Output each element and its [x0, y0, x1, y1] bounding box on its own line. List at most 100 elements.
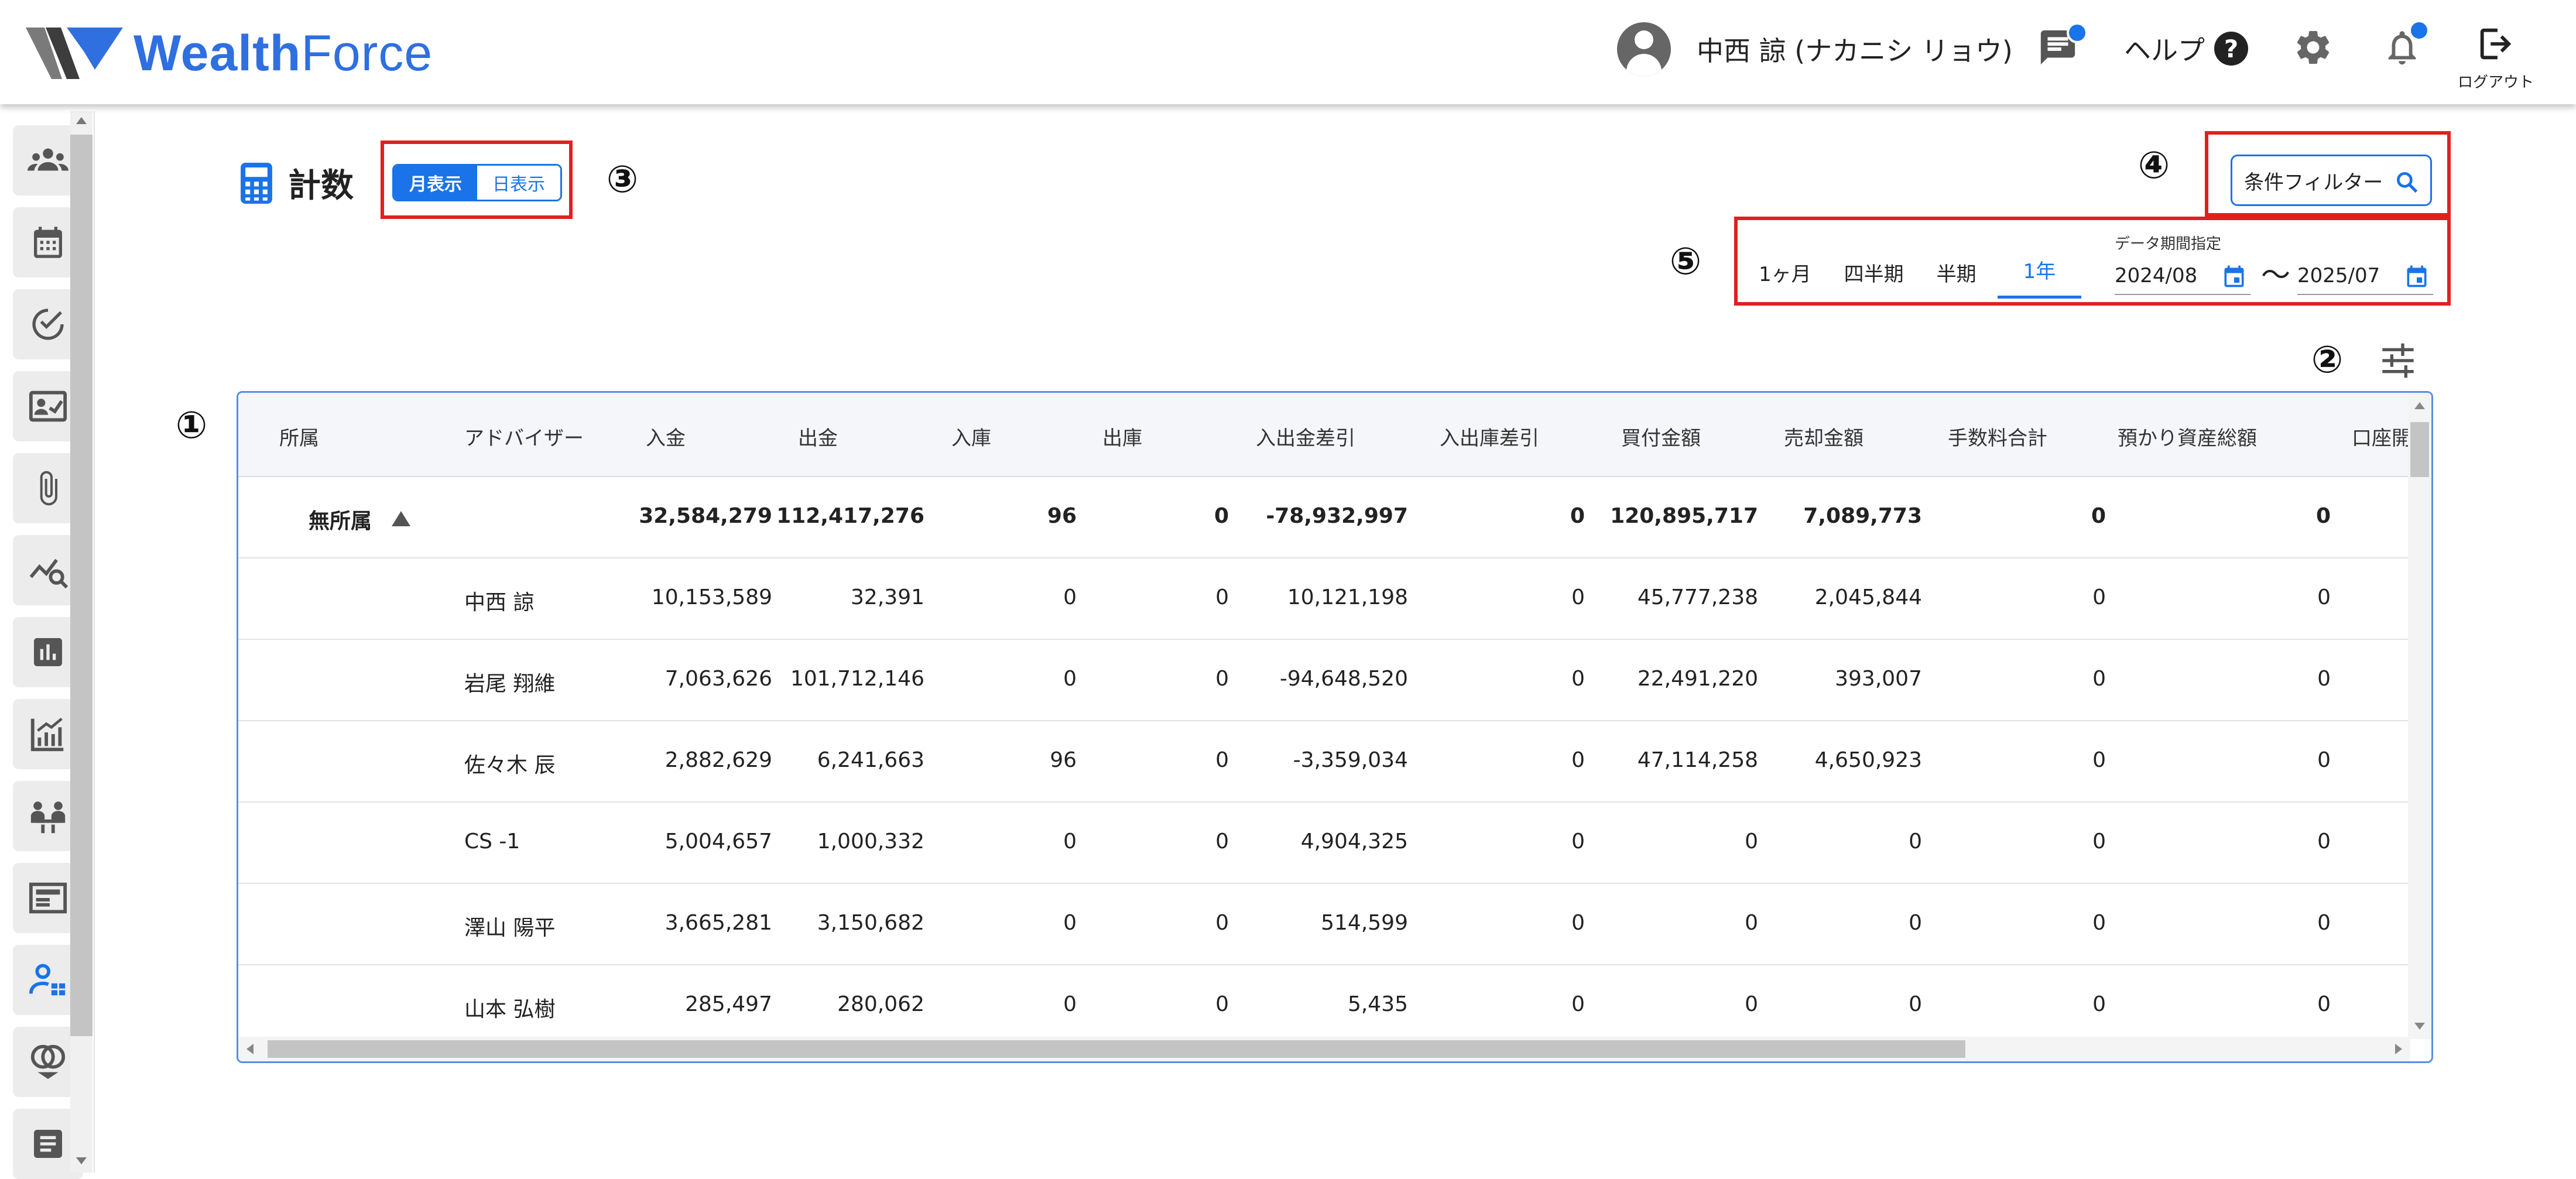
sidebar-scroll-thumb[interactable]: [70, 135, 93, 1036]
view-toggle: 月表示 日表示: [392, 164, 562, 201]
table-cell: 3,665,281: [664, 911, 772, 935]
table-cell: 96: [1050, 748, 1077, 772]
period-tab-half[interactable]: 半期: [1925, 258, 1988, 299]
table-cell: 3,150,682: [817, 911, 924, 935]
column-header[interactable]: 売却金額: [1784, 422, 1864, 451]
column-header[interactable]: 入金: [646, 422, 686, 451]
scroll-left-icon[interactable]: [246, 1044, 254, 1054]
growth-chart-icon: [30, 717, 64, 752]
table-cell: 10,121,198: [1287, 585, 1408, 609]
period-tab-1year[interactable]: 1年: [1997, 255, 2082, 299]
table-row[interactable]: 岩尾 翔維 7,063,626 101,712,146 0 0 -94,648,520 0 2…: [238, 639, 2410, 721]
rings-icon: [30, 1044, 66, 1079]
sidebar: [0, 111, 95, 1179]
table-cell: 32,584,279: [639, 504, 772, 528]
table-cell: -78,932,997: [1266, 504, 1408, 528]
advisor-name-cell[interactable]: 佐々木 辰: [464, 748, 555, 779]
date-from-value: 2024/08: [2115, 264, 2198, 287]
table-horizontal-scrollbar[interactable]: [238, 1037, 2410, 1061]
table-cell: 0: [1571, 830, 1585, 854]
advisor-name-cell[interactable]: 中西 諒: [464, 585, 534, 616]
table-cell: 0: [1063, 667, 1077, 691]
column-header[interactable]: アドバイザー: [464, 422, 584, 451]
scroll-down-icon[interactable]: [2414, 1023, 2425, 1030]
settings-button[interactable]: [2293, 27, 2334, 70]
period-tab-quarter[interactable]: 四半期: [1832, 258, 1916, 299]
table-cell: -94,648,520: [1279, 667, 1408, 691]
collapse-triangle-icon[interactable]: [392, 511, 411, 526]
column-header[interactable]: 買付金額: [1621, 422, 1701, 451]
condition-filter-button[interactable]: 条件フィルター: [2231, 155, 2432, 206]
sidebar-scroll-down-icon[interactable]: [76, 1157, 87, 1164]
advisor-name-cell[interactable]: CS -1: [464, 830, 520, 854]
column-header[interactable]: 入庫: [951, 422, 991, 451]
column-header[interactable]: 入出庫差引: [1440, 422, 1539, 451]
wealthforce-logo[interactable]: WealthForce: [26, 21, 433, 85]
table-row[interactable]: 山本 弘樹 285,497 280,062 0 0 5,435 0 0 0 0 0: [238, 964, 2410, 1047]
table-cell: 7,089,773: [1803, 504, 1922, 528]
column-header[interactable]: 入出金差引: [1256, 422, 1355, 451]
table-cell: 0: [1909, 911, 1922, 935]
column-header[interactable]: 出金: [798, 422, 838, 451]
advisor-name-cell[interactable]: 山本 弘樹: [464, 992, 555, 1023]
sidebar-scroll-up-icon[interactable]: [76, 117, 87, 124]
table-row[interactable]: 澤山 陽平 3,665,281 3,150,682 0 0 514,599 0 0 0 0 0: [238, 883, 2410, 965]
date-range-label: データ期間指定: [2115, 235, 2222, 253]
advisor-name-cell[interactable]: 澤山 陽平: [464, 911, 555, 941]
table-cell: 0: [1571, 667, 1585, 691]
table-cell: 0: [2092, 585, 2106, 609]
table-cell: 10,153,589: [651, 585, 772, 609]
table-header: 所属 アドバイザー 入金 出金 入庫 出庫 入出金差引 入出庫差引 買付金額 売…: [238, 393, 2411, 477]
tune-icon: [2382, 343, 2414, 378]
advisor-name-cell[interactable]: 岩尾 翔維: [464, 667, 555, 697]
table-vertical-scrollbar[interactable]: [2408, 393, 2431, 1039]
metrics-table: 所属 アドバイザー 入金 出金 入庫 出庫 入出金差引 入出庫差引 買付金額 売…: [237, 391, 2433, 1063]
monthly-view-button[interactable]: 月表示: [394, 166, 477, 200]
column-header[interactable]: 口座開: [2352, 422, 2411, 451]
table-cell: 0: [1063, 992, 1077, 1016]
column-settings-button[interactable]: [2379, 343, 2417, 381]
table-row[interactable]: CS -1 5,004,657 1,000,332 0 0 4,904,325 0 0 0 0 0: [238, 801, 2410, 884]
daily-view-button[interactable]: 日表示: [477, 166, 560, 200]
page-title-text: 計数: [288, 167, 354, 205]
column-header[interactable]: 預かり資産総額: [2118, 422, 2257, 451]
period-tab-1month[interactable]: 1ヶ月: [1747, 258, 1823, 299]
scroll-right-icon[interactable]: [2395, 1044, 2402, 1054]
table-vertical-scroll-thumb[interactable]: [2410, 422, 2429, 477]
date-range-separator: 〜: [2261, 258, 2290, 292]
table-cell: 0: [1215, 667, 1229, 691]
table-cell: 7,063,626: [664, 667, 772, 691]
table-cell: 0: [1215, 911, 1229, 935]
date-to-field[interactable]: 2025/07: [2297, 258, 2433, 295]
table-cell: 0: [1570, 504, 1585, 528]
table-cell: 1,000,332: [817, 830, 924, 854]
logout-button[interactable]: ログアウト: [2458, 23, 2534, 92]
calendar-icon[interactable]: [2404, 263, 2430, 289]
logo-mark-icon: [26, 28, 123, 79]
column-header[interactable]: 手数料合計: [1948, 422, 2047, 451]
notifications-button[interactable]: [2382, 20, 2430, 70]
marker-2: ②: [2311, 338, 2344, 382]
meeting-icon: [30, 801, 66, 834]
table-row[interactable]: 佐々木 辰 2,882,629 6,241,663 96 0 -3,359,034 0 47,…: [238, 720, 2410, 803]
user-menu[interactable]: 中西 諒 (ナカニシ リョウ): [1617, 22, 2013, 76]
column-header[interactable]: 所属: [279, 422, 319, 451]
table-cell: 393,007: [1835, 667, 1922, 691]
date-from-field[interactable]: 2024/08: [2115, 258, 2250, 295]
messages-button[interactable]: [2037, 22, 2088, 70]
logout-label: ログアウト: [2458, 74, 2534, 91]
logo-text-bold: Wealth: [133, 25, 302, 81]
paperclip-icon: [40, 471, 57, 506]
group-cell[interactable]: 無所属: [309, 504, 411, 534]
table-row[interactable]: 中西 諒 10,153,589 32,391 0 0 10,121,198 0 45,777,…: [238, 557, 2410, 640]
table-cell: 96: [1047, 504, 1077, 528]
column-header[interactable]: 出庫: [1102, 422, 1142, 451]
table-horizontal-scroll-thumb[interactable]: [268, 1040, 1965, 1058]
scroll-up-icon[interactable]: [2414, 402, 2425, 409]
calendar-icon[interactable]: [2221, 263, 2247, 289]
table-group-row[interactable]: 無所属 32,584,279 112,417,276 96 0 -78,932,997 0 1…: [238, 476, 2410, 558]
table-cell: 0: [2092, 748, 2106, 772]
help-button[interactable]: ヘルプ ?: [2124, 29, 2248, 68]
trend-search-icon: [29, 558, 68, 589]
sidebar-scrollbar[interactable]: [70, 111, 93, 1173]
